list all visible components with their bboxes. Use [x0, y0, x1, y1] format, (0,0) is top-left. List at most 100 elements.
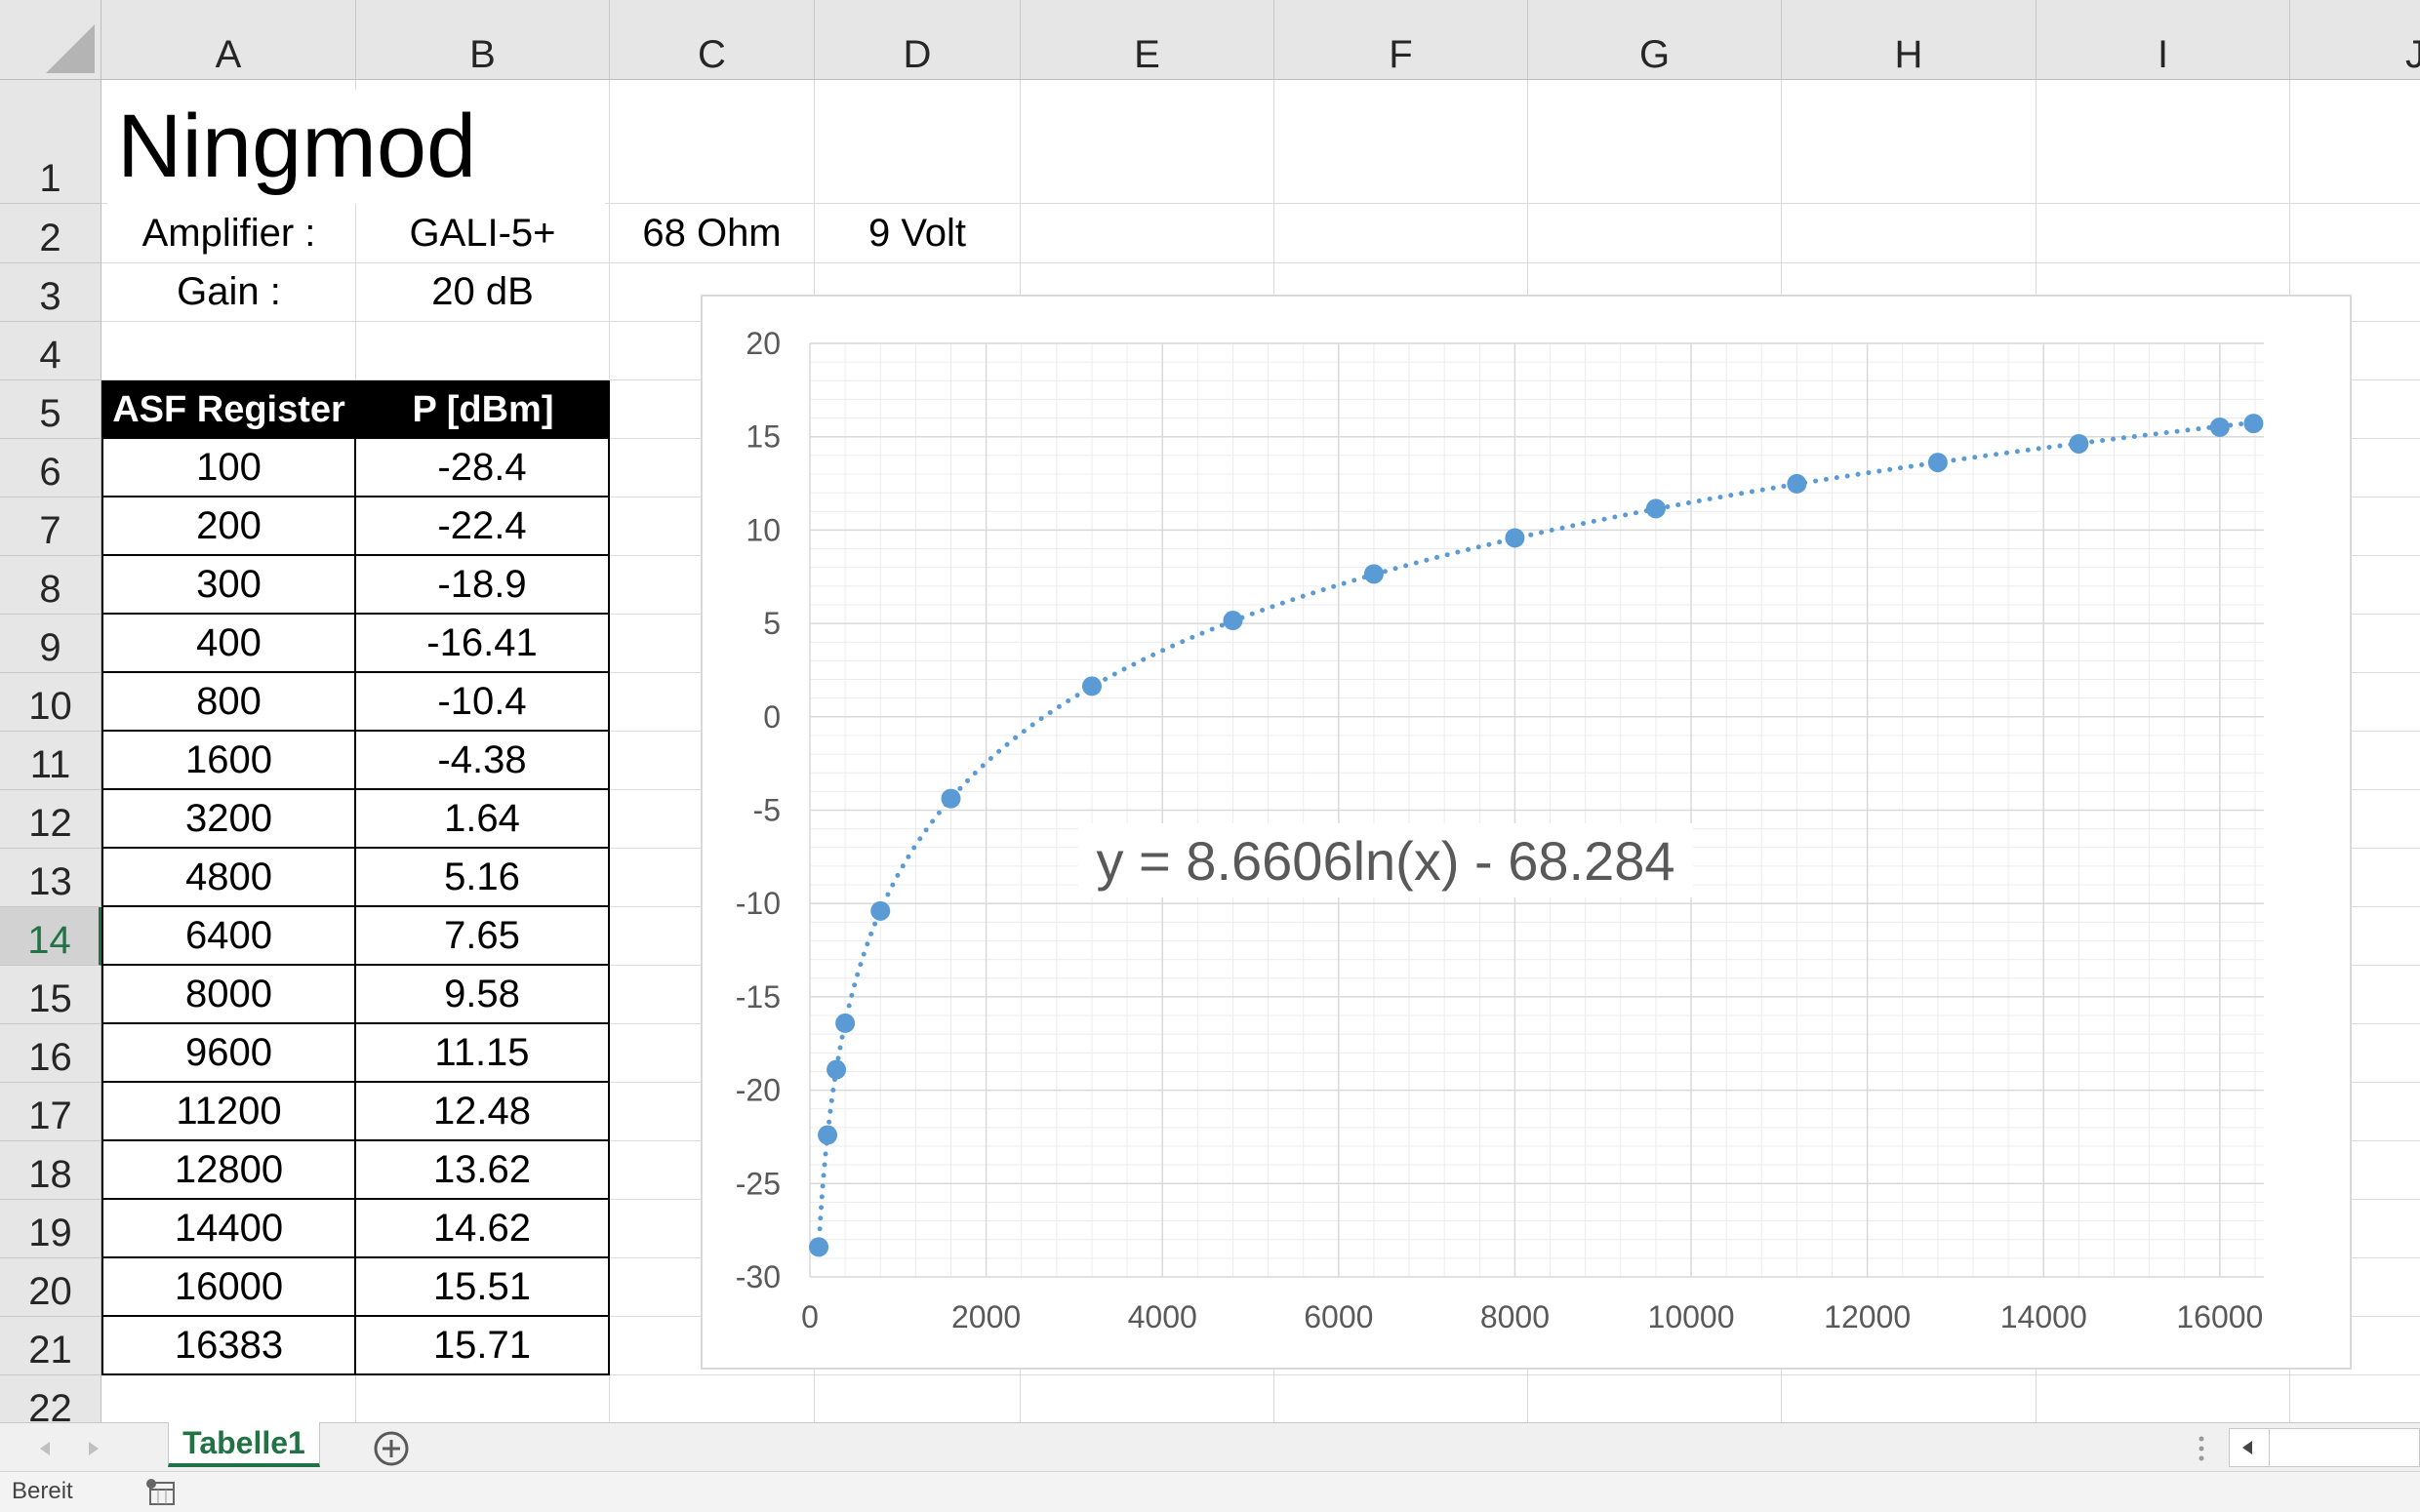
column-header-b[interactable]: B: [356, 0, 610, 80]
table-cell-asf[interactable]: 1600: [101, 732, 356, 790]
row-header-18[interactable]: 18: [0, 1141, 101, 1200]
table-cell-asf[interactable]: 800: [101, 673, 356, 732]
voltage-cell[interactable]: 9 Volt: [815, 205, 1020, 262]
table-cell-power[interactable]: 9.58: [356, 966, 610, 1024]
title-cell[interactable]: Ningmod: [107, 90, 605, 204]
table-cell-power[interactable]: -4.38: [356, 732, 610, 790]
row-header-5[interactable]: 5: [0, 380, 101, 439]
row-number: 5: [39, 392, 61, 435]
amplifier-value-cell[interactable]: GALI-5+: [356, 205, 609, 262]
sheet-tab-tabelle1[interactable]: Tabelle1: [168, 1422, 320, 1467]
table-cell-power[interactable]: 14.62: [356, 1200, 610, 1258]
column-header-a[interactable]: A: [101, 0, 356, 80]
row-header-2[interactable]: 2: [0, 204, 101, 263]
plus-circle-icon[interactable]: [372, 1429, 411, 1468]
resistance-cell[interactable]: 68 Ohm: [610, 205, 814, 262]
record-macro-icon[interactable]: [144, 1475, 180, 1508]
row-header-15[interactable]: 15: [0, 966, 101, 1024]
row-header-8[interactable]: 8: [0, 556, 101, 615]
table-cell-asf[interactable]: 6400: [101, 907, 356, 966]
chart[interactable]: 0 2000 4000 6000 8000 10000 12000 14000 16000 20 1…: [701, 295, 2352, 1370]
select-all-button[interactable]: [0, 0, 101, 80]
splitter-handle-icon[interactable]: [2196, 1433, 2207, 1464]
amplifier-label-cell[interactable]: Amplifier :: [102, 205, 355, 262]
row-header-9[interactable]: 9: [0, 615, 101, 673]
table-cell-asf[interactable]: 200: [101, 497, 356, 556]
row-header-3[interactable]: 3: [0, 263, 101, 322]
table-cell-asf[interactable]: 14400: [101, 1200, 356, 1258]
row-header-12[interactable]: 12: [0, 790, 101, 849]
row-header-17[interactable]: 17: [0, 1083, 101, 1141]
gain-label-cell[interactable]: Gain :: [102, 263, 355, 321]
gain-value-cell[interactable]: 20 dB: [356, 263, 609, 321]
row-header-13[interactable]: 13: [0, 849, 101, 907]
column-header-i[interactable]: I: [2037, 0, 2290, 80]
table-cell-power[interactable]: 12.48: [356, 1083, 610, 1141]
scroll-left-icon[interactable]: [2238, 1438, 2257, 1457]
y-tick-label: 10: [746, 512, 781, 547]
data-point: [1787, 473, 1807, 494]
table-cell-asf[interactable]: 16000: [101, 1258, 356, 1317]
table-cell-asf[interactable]: 400: [101, 615, 356, 673]
row-header-22[interactable]: 22: [0, 1375, 101, 1422]
y-tick-label: -20: [736, 1073, 781, 1108]
y-tick-label: 15: [746, 419, 781, 455]
row-number: 14: [27, 919, 71, 962]
column-header-d[interactable]: D: [815, 0, 1021, 80]
row-header-20[interactable]: 20: [0, 1258, 101, 1317]
row-number: 4: [39, 334, 61, 377]
row-header-6[interactable]: 6: [0, 439, 101, 497]
data-point: [1363, 564, 1384, 584]
table-cell-power[interactable]: 15.71: [356, 1317, 610, 1375]
y-tick-label: -15: [736, 979, 781, 1015]
column-header-f[interactable]: F: [1274, 0, 1528, 80]
table-cell-power[interactable]: 11.15: [356, 1024, 610, 1083]
table-cell-power[interactable]: 5.16: [356, 849, 610, 907]
triangle-right-icon[interactable]: [84, 1439, 103, 1458]
table-cell-power[interactable]: -10.4: [356, 673, 610, 732]
row-header-10[interactable]: 10: [0, 673, 101, 732]
row-header-7[interactable]: 7: [0, 497, 101, 556]
scrollbar-separator: [2269, 1429, 2270, 1466]
table-header-asf[interactable]: ASF Register: [101, 380, 356, 439]
table-cell-power[interactable]: 1.64: [356, 790, 610, 849]
table-cell-power[interactable]: -16.41: [356, 615, 610, 673]
worksheet-grid[interactable]: A B C D E F G H I J 1 2 3 4 5 6 7 8 9 10…: [0, 0, 2420, 1422]
table-cell-asf[interactable]: 9600: [101, 1024, 356, 1083]
table-cell-power[interactable]: -18.9: [356, 556, 610, 615]
column-header-g[interactable]: G: [1528, 0, 1782, 80]
row-header-4[interactable]: 4: [0, 322, 101, 380]
table-cell-asf[interactable]: 300: [101, 556, 356, 615]
table-cell-asf[interactable]: 100: [101, 439, 356, 497]
table-cell-asf[interactable]: 4800: [101, 849, 356, 907]
column-header-h[interactable]: H: [1782, 0, 2037, 80]
table-header-power[interactable]: P [dBm]: [356, 380, 610, 439]
row-header-16[interactable]: 16: [0, 1024, 101, 1083]
row-number: 12: [28, 802, 72, 845]
y-tick-label: -5: [753, 793, 781, 828]
table-cell-power[interactable]: -22.4: [356, 497, 610, 556]
column-header-c[interactable]: C: [610, 0, 815, 80]
table-cell-power[interactable]: 7.65: [356, 907, 610, 966]
horizontal-scrollbar[interactable]: [2229, 1428, 2420, 1467]
row-number: 13: [28, 860, 72, 903]
table-cell-asf[interactable]: 8000: [101, 966, 356, 1024]
row-header-19[interactable]: 19: [0, 1200, 101, 1258]
column-header-j[interactable]: J: [2290, 0, 2420, 80]
table-cell-asf[interactable]: 11200: [101, 1083, 356, 1141]
table-cell-power[interactable]: 13.62: [356, 1141, 610, 1200]
row-header-11[interactable]: 11: [0, 732, 101, 790]
table-cell-asf[interactable]: 3200: [101, 790, 356, 849]
table-cell-asf[interactable]: 16383: [101, 1317, 356, 1375]
triangle-left-icon[interactable]: [35, 1439, 55, 1458]
table-cell-asf[interactable]: 12800: [101, 1141, 356, 1200]
row-header-14-selected[interactable]: 14: [0, 907, 101, 966]
row-header-21[interactable]: 21: [0, 1317, 101, 1375]
table-cell-power[interactable]: -28.4: [356, 439, 610, 497]
x-tick-label: 2000: [951, 1299, 1021, 1334]
column-header-e[interactable]: E: [1021, 0, 1274, 80]
table-cell-power[interactable]: 15.51: [356, 1258, 610, 1317]
row-header-1[interactable]: 1: [0, 80, 101, 204]
data-point: [818, 1125, 838, 1145]
row-number: 16: [28, 1036, 72, 1079]
